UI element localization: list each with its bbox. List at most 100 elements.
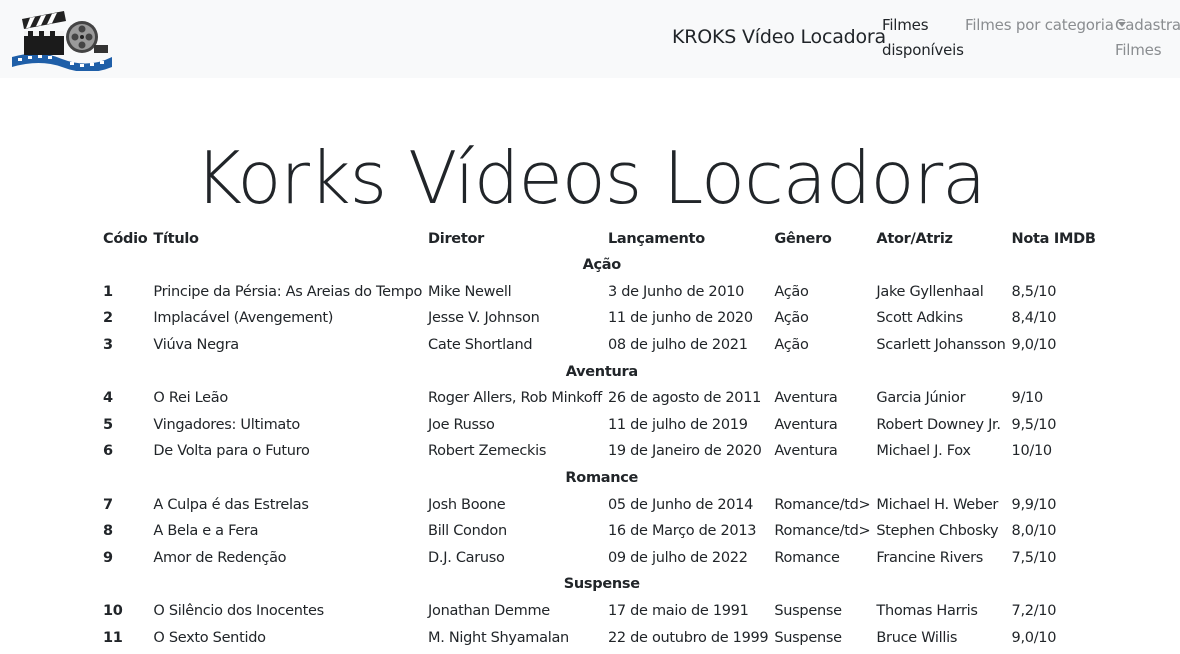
cell-director: Jesse V. Johnson [428,310,540,327]
column-header-title: Título [153,231,199,247]
cell-title: Implacável (Avengement) [153,310,334,327]
cell-genre: Aventura [774,416,838,433]
cell-genre: Suspense [774,603,842,620]
cell-imdb: 9/10 [1011,390,1044,407]
cell-director: M. Night Shyamalan [428,629,569,646]
table-row: 7 A Culpa é das Estrelas Josh Boone 05 d… [100,491,1104,518]
cell-title: Viúva Negra [153,337,239,354]
cell-director: D.J. Caruso [428,549,505,566]
cell-code: 3 [103,337,113,354]
cell-genre: Aventura [774,443,838,460]
cell-release: 26 de agosto de 2011 [607,390,762,407]
column-header-imdb: Nota IMDB [1011,231,1096,247]
cell-actor: Bruce Willis [876,629,958,646]
cell-release: 05 de Junho de 2014 [607,496,754,513]
cell-genre: Romance/td> [774,496,871,513]
cell-title: A Bela e a Fera [153,523,259,540]
cell-genre: Romance/td> [774,523,871,540]
cell-actor: Michael J. Fox [876,443,971,460]
cell-genre: Ação [774,337,809,354]
cell-director: Bill Condon [428,523,507,540]
genre-group-row: Romance [100,465,1104,492]
genre-heading: Aventura [565,363,638,380]
cell-actor: Michael H. Weber [876,496,999,513]
page-title: Korks Vídeos Locadora [194,136,987,221]
cell-title: O Silêncio dos Inocentes [153,603,324,620]
column-header-actor: Ator/Atriz [876,231,953,247]
cell-release: 16 de Março de 2013 [607,523,757,540]
films-table: Códio Título Diretor Lançamento Gênero A… [100,226,1104,651]
cell-code: 11 [103,629,123,646]
column-header-director: Diretor [428,231,484,247]
cell-actor: Garcia Júnior [876,390,966,407]
cell-imdb: 8,0/10 [1011,523,1057,540]
cell-imdb: 8,4/10 [1011,310,1057,327]
nav-link-cadastrar-filmes[interactable]: Cadastrar Filmes [1115,13,1180,63]
cell-code: 7 [103,496,113,513]
cell-imdb: 9,9/10 [1011,496,1057,513]
cell-imdb: 9,5/10 [1011,416,1057,433]
cell-director: Robert Zemeckis [428,443,547,460]
table-row: 10 O Silêncio dos Inocentes Jonathan Dem… [100,598,1104,625]
cell-release: 22 de outubro de 1999 [607,629,769,646]
table-row: 9 Amor de Redenção D.J. Caruso 09 de jul… [100,545,1104,572]
cell-code: 1 [103,283,113,300]
genre-heading: Romance [565,470,639,487]
cell-release: 19 de Janeiro de 2020 [607,443,762,460]
film-clapperboard-reel-icon[interactable] [10,5,114,72]
genre-group-row: Aventura [100,358,1104,385]
cell-title: O Sexto Sentido [153,629,266,646]
genre-group-row: Suspense [100,571,1104,598]
cell-release: 11 de julho de 2019 [607,416,748,433]
cell-actor: Scarlett Johansson [876,337,1006,354]
navbar: KROKS Vídeo Locadora Filmes disponíveis … [0,0,1180,78]
table-row: 3 Viúva Negra Cate Shortland 08 de julho… [100,332,1104,359]
cell-code: 10 [103,603,123,620]
cell-genre: Aventura [774,390,838,407]
cell-title: A Culpa é das Estrelas [153,496,309,513]
genre-heading: Ação [582,257,622,274]
table-row: 6 De Volta para o Futuro Robert Zemeckis… [100,438,1104,465]
films-table-header: Códio Título Diretor Lançamento Gênero A… [100,226,1104,252]
nav-dropdown-filmes-por-categoria[interactable]: Filmes por categoria [965,13,1126,38]
cell-director: Joe Russo [428,416,495,433]
cell-release: 08 de julho de 2021 [607,337,748,354]
column-header-release: Lançamento [607,231,705,247]
cell-actor: Robert Downey Jr. [876,416,1001,433]
cell-director: Josh Boone [428,496,506,513]
cell-release: 17 de maio de 1991 [607,603,749,620]
cell-director: Mike Newell [428,283,512,300]
nav-dropdown-label: Filmes por categoria [965,16,1114,34]
cell-imdb: 8,5/10 [1011,283,1057,300]
cell-title: Vingadores: Ultimato [153,416,300,433]
cell-director: Roger Allers, Rob Minkoff [428,390,602,407]
cell-genre: Suspense [774,629,842,646]
genre-heading: Suspense [563,576,640,593]
table-row: 5 Vingadores: Ultimato Joe Russo 11 de j… [100,412,1104,439]
cell-actor: Francine Rivers [876,549,984,566]
cell-title: O Rei Leão [153,390,228,407]
cell-release: 09 de julho de 2022 [607,549,748,566]
films-table-body: Ação 1 Principe da Pérsia: As Areias do … [100,252,1104,651]
cell-code: 8 [103,523,113,540]
cell-actor: Scott Adkins [876,310,963,327]
nav-link-filmes-disponiveis[interactable]: Filmes disponíveis [882,13,964,63]
cell-imdb: 9,0/10 [1011,629,1057,646]
cell-code: 9 [103,549,113,566]
cell-actor: Jake Gyllenhaal [876,283,984,300]
cell-title: Amor de Redenção [153,549,287,566]
cell-imdb: 7,5/10 [1011,549,1057,566]
table-row: 1 Principe da Pérsia: As Areias do Tempo… [100,279,1104,306]
table-row: 4 O Rei Leão Roger Allers, Rob Minkoff 2… [100,385,1104,412]
navbar-brand[interactable]: KROKS Vídeo Locadora [672,26,886,48]
cell-genre: Romance [774,549,840,566]
cell-director: Cate Shortland [428,337,533,354]
cell-code: 5 [103,416,113,433]
column-header-genre: Gênero [774,231,832,247]
cell-code: 4 [103,390,113,407]
cell-code: 2 [103,310,113,327]
cell-release: 3 de Junho de 2010 [607,283,745,300]
table-row: 2 Implacável (Avengement) Jesse V. Johns… [100,305,1104,332]
cell-code: 6 [103,443,113,460]
header-row: Códio Título Diretor Lançamento Gênero A… [100,226,1104,252]
